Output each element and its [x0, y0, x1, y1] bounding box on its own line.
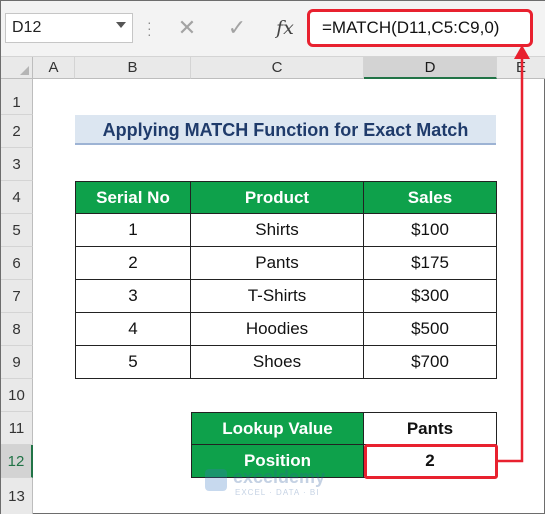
excel-window: D12 · · · ✕ ✓ fx =MATCH(D11,C5:C9,0) A B C…	[0, 0, 545, 514]
exceldemy-watermark: exceldemy EXCEL · DATA · BI	[205, 465, 355, 501]
exceldemy-logo-icon	[205, 469, 227, 491]
arrow-icon	[498, 45, 530, 463]
watermark-tagline: EXCEL · DATA · BI	[235, 488, 320, 497]
watermark-name: exceldemy	[233, 467, 326, 487]
